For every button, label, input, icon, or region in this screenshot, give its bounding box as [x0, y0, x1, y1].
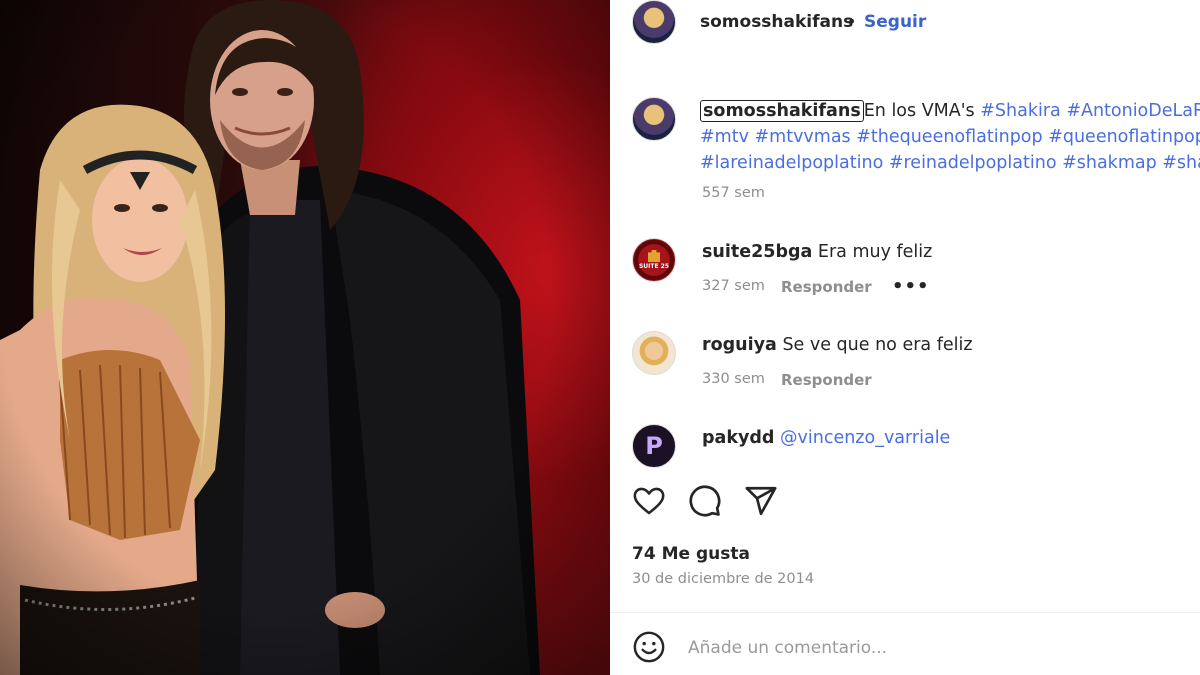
caption-age: 557 sem	[702, 185, 765, 201]
caption-author-avatar[interactable]	[632, 97, 676, 141]
comment-button[interactable]	[688, 484, 722, 518]
follow-button[interactable]: Seguir	[864, 12, 926, 32]
speech-bubble-icon	[689, 485, 721, 517]
comment-item: pakydd @vincenzo_varriale	[702, 428, 950, 448]
post-details-panel: somosshakifans • Seguir somosshakifans En…	[610, 0, 1200, 675]
comment-username[interactable]: roguiya	[702, 335, 777, 355]
post-photo[interactable]	[0, 0, 610, 675]
comment-item: suite25bga Era muy feliz	[702, 242, 932, 262]
heart-icon	[633, 487, 665, 515]
post-caption: somosshakifans En los VMA's #Shakira #Ant…	[700, 98, 1200, 176]
add-comment-input[interactable]	[688, 632, 1168, 664]
reply-button[interactable]: Responder	[781, 278, 872, 296]
author-avatar[interactable]	[632, 0, 676, 44]
comment-age: 330 sem	[702, 371, 765, 387]
caption-text: En los VMA's	[863, 101, 975, 121]
comment-avatar-pakydd[interactable]: P	[632, 424, 676, 468]
reply-button[interactable]: Responder	[781, 371, 872, 389]
building-icon	[648, 250, 660, 262]
like-count[interactable]: 74 Me gusta	[632, 544, 750, 564]
paper-plane-icon	[745, 486, 777, 516]
comment-mention[interactable]: @vincenzo_varriale	[780, 428, 950, 448]
share-button[interactable]	[744, 484, 778, 518]
comment-username[interactable]: suite25bga	[702, 242, 812, 262]
comment-text: Se ve que no era feliz	[782, 335, 973, 355]
suite25-logo-icon: SUITE 25	[634, 240, 674, 280]
post-photo-illustration	[0, 0, 610, 675]
author-username[interactable]: somosshakifans	[700, 12, 853, 32]
caption-hashtags-line2[interactable]: #mtv #mtvvmas #thequeenoflatinpop #queen…	[700, 127, 1200, 147]
caption-hashtags-line3[interactable]: #lareinadelpoplatino #reinadelpoplatino …	[700, 153, 1200, 173]
emoji-button[interactable]	[632, 630, 666, 664]
comment-username[interactable]: pakydd	[702, 428, 774, 448]
more-options-icon[interactable]: •••	[892, 276, 930, 297]
like-button[interactable]	[632, 484, 666, 518]
avatar-letter: P	[645, 432, 663, 460]
post-date: 30 de diciembre de 2014	[632, 571, 815, 587]
caption-username[interactable]: somosshakifans	[700, 100, 864, 122]
comment-avatar-suite25bga[interactable]: SUITE 25	[632, 238, 676, 282]
caption-hashtags-line1[interactable]: #Shakira #AntonioDeLaRua	[980, 101, 1200, 121]
comment-avatar-roguiya[interactable]	[632, 331, 676, 375]
header-separator: •	[847, 12, 857, 31]
comment-text: Era muy feliz	[817, 242, 933, 262]
smiley-icon	[633, 631, 665, 663]
divider	[610, 612, 1200, 613]
suite25-logo-text: SUITE 25	[638, 263, 670, 270]
comment-age: 327 sem	[702, 278, 765, 294]
comment-item: roguiya Se ve que no era feliz	[702, 335, 973, 355]
